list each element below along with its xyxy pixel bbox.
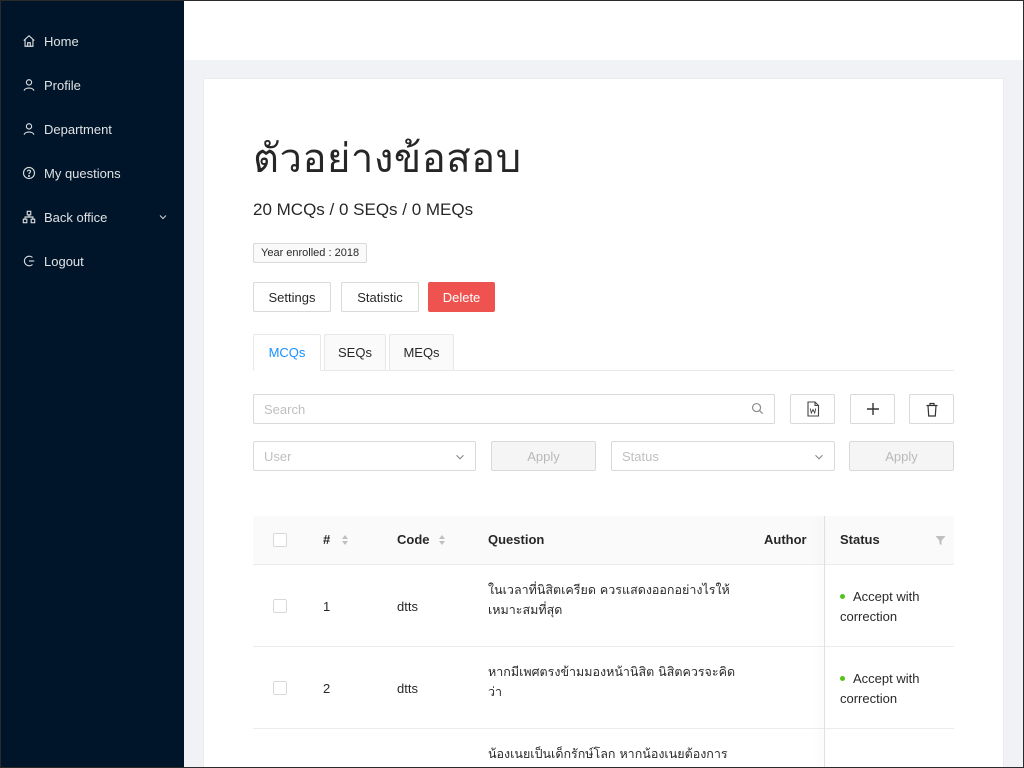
sort-icon[interactable]	[341, 534, 349, 546]
sidebar-item-label: My questions	[44, 165, 121, 181]
file-word-icon	[806, 401, 819, 417]
apply-status-button[interactable]: Apply	[849, 441, 954, 471]
column-header-code[interactable]: Code	[397, 532, 430, 547]
sidebar-item-back-office[interactable]: Back office	[0, 197, 184, 237]
sidebar-item-department[interactable]: Department	[0, 109, 184, 149]
row-question[interactable]: หากมีเพศตรงข้ามมองหน้านิสิต นิสิตควรจะคิ…	[488, 662, 738, 702]
home-icon	[23, 34, 35, 47]
row-code: dtts	[397, 599, 418, 614]
top-header	[184, 0, 1024, 60]
settings-button[interactable]: Settings	[253, 282, 331, 312]
row-divider	[253, 646, 954, 647]
chevron-down-icon	[456, 454, 464, 460]
tab-meqs[interactable]: MEQs	[389, 334, 454, 371]
logout-icon	[23, 255, 35, 267]
user-select[interactable]: User	[253, 441, 476, 471]
plus-icon	[866, 403, 879, 415]
column-header-question: Question	[488, 532, 545, 547]
sidebar-item-label: Logout	[44, 253, 84, 269]
export-word-button[interactable]	[790, 394, 835, 424]
delete-button[interactable]: Delete	[428, 282, 495, 312]
statistic-button[interactable]: Statistic	[341, 282, 419, 312]
sidebar-item-profile[interactable]: Profile	[0, 65, 184, 105]
sidebar-item-label: Back office	[44, 209, 108, 225]
sidebar-item-label: Department	[44, 121, 112, 137]
row-question[interactable]: น้องเนยเป็นเด็กรักษ์โลก หากน้องเนยต้องกา…	[488, 744, 738, 764]
apply-user-button[interactable]: Apply	[491, 441, 596, 471]
org-chart-icon	[22, 210, 36, 224]
row-number: 2	[323, 681, 331, 696]
row-code: dtts	[397, 681, 418, 696]
chevron-down-icon	[815, 454, 823, 460]
row-question[interactable]: ในเวลาที่นิสิตเครียด ควรแสดงออกอย่างไรให…	[488, 580, 738, 620]
row-checkbox[interactable]	[273, 599, 287, 613]
column-header-number[interactable]: #	[323, 532, 330, 547]
tab-mcqs[interactable]: MCQs	[253, 334, 321, 371]
question-circle-icon	[22, 166, 36, 180]
chevron-down-icon	[159, 215, 167, 220]
user-select-placeholder: User	[264, 448, 292, 464]
column-header-author: Author	[764, 532, 807, 547]
filter-icon[interactable]	[935, 535, 946, 546]
search-input[interactable]	[253, 394, 775, 424]
column-header-status: Status	[840, 532, 880, 547]
year-enrolled-tag: Year enrolled : 2018	[253, 243, 368, 263]
sidebar-item-label: Home	[44, 33, 79, 49]
question-summary: 20 MCQs / 0 SEQs / 0 MEQs	[253, 200, 474, 219]
page-title: ตัวอย่างข้อสอบ	[253, 137, 522, 181]
user-icon	[23, 123, 35, 135]
sidebar-item-home[interactable]: Home	[0, 21, 184, 61]
status-select[interactable]: Status	[611, 441, 835, 471]
search-icon	[751, 402, 764, 415]
sort-icon[interactable]	[438, 534, 446, 546]
row-divider	[253, 728, 954, 729]
sidebar-item-logout[interactable]: Logout	[0, 241, 184, 281]
status-select-placeholder: Status	[622, 448, 659, 464]
fixed-column-divider	[824, 516, 825, 768]
sidebar: Home Profile Department My questions Bac…	[0, 0, 184, 768]
select-all-checkbox[interactable]	[273, 533, 287, 547]
delete-selected-button[interactable]	[909, 394, 954, 424]
row-checkbox[interactable]	[273, 681, 287, 695]
trash-icon	[926, 402, 937, 417]
row-number: 1	[323, 599, 331, 614]
row-status: Accept with correction	[840, 589, 920, 624]
sidebar-item-label: Profile	[44, 77, 81, 93]
row-status: Accept with correction	[840, 671, 920, 706]
add-question-button[interactable]	[850, 394, 895, 424]
sidebar-item-my-questions[interactable]: My questions	[0, 153, 184, 193]
user-icon	[23, 79, 35, 91]
tab-seqs[interactable]: SEQs	[324, 334, 386, 371]
